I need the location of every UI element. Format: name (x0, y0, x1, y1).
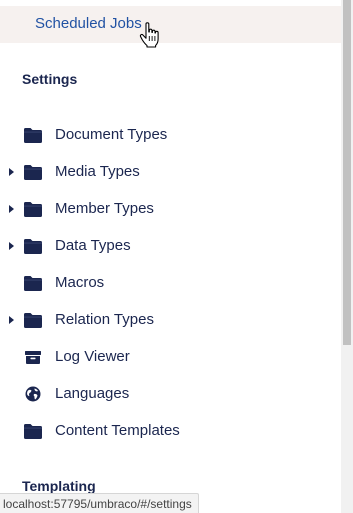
tree-item-scheduled-jobs-label[interactable]: Scheduled Jobs (35, 15, 142, 33)
folder-icon (24, 202, 42, 217)
tree-item-languages[interactable]: Languages (0, 379, 341, 409)
tree-item-data-types[interactable]: Data Types (0, 231, 341, 261)
tree-item-label: Member Types (55, 200, 154, 217)
archive-box-icon (25, 351, 41, 364)
tree-item-macros[interactable]: Macros (0, 268, 341, 298)
tree-item-label: Document Types (55, 126, 168, 143)
tree-item-content-templates[interactable]: Content Templates (0, 416, 341, 446)
tree-panel: Scheduled Jobs Settings Document Types M… (0, 0, 341, 513)
tree-item-document-types[interactable]: Document Types (0, 120, 341, 150)
expand-caret-icon[interactable] (9, 205, 14, 213)
globe-icon (25, 386, 41, 402)
folder-icon (24, 424, 42, 439)
scrollbar-thumb[interactable] (343, 0, 351, 345)
folder-icon (24, 165, 42, 180)
tree-item-member-types[interactable]: Member Types (0, 194, 341, 224)
tree-item-media-types[interactable]: Media Types (0, 157, 341, 187)
section-title-settings: Settings (22, 71, 78, 87)
folder-icon (24, 128, 42, 143)
tree-item-label: Relation Types (55, 311, 154, 328)
expand-caret-icon[interactable] (9, 242, 14, 250)
folder-icon (24, 239, 42, 254)
folder-icon (24, 313, 42, 328)
tree-item-log-viewer[interactable]: Log Viewer (0, 342, 341, 372)
expand-caret-icon[interactable] (9, 168, 14, 176)
folder-icon (24, 276, 42, 291)
tree-item-label: Languages (55, 385, 130, 402)
tree-item-relation-types[interactable]: Relation Types (0, 305, 341, 335)
tree-item-label: Data Types (55, 237, 131, 254)
hand-pointer-cursor-icon (139, 22, 159, 48)
status-bar-url: localhost:57795/umbraco/#/settings (0, 493, 199, 513)
settings-tree-view: Scheduled Jobs Settings Document Types M… (0, 0, 353, 513)
expand-caret-icon[interactable] (9, 316, 14, 324)
tree-item-label: Macros (55, 274, 105, 291)
tree-item-label: Content Templates (55, 422, 180, 439)
tree-item-label: Log Viewer (55, 348, 130, 365)
tree-item-label: Media Types (55, 163, 140, 180)
